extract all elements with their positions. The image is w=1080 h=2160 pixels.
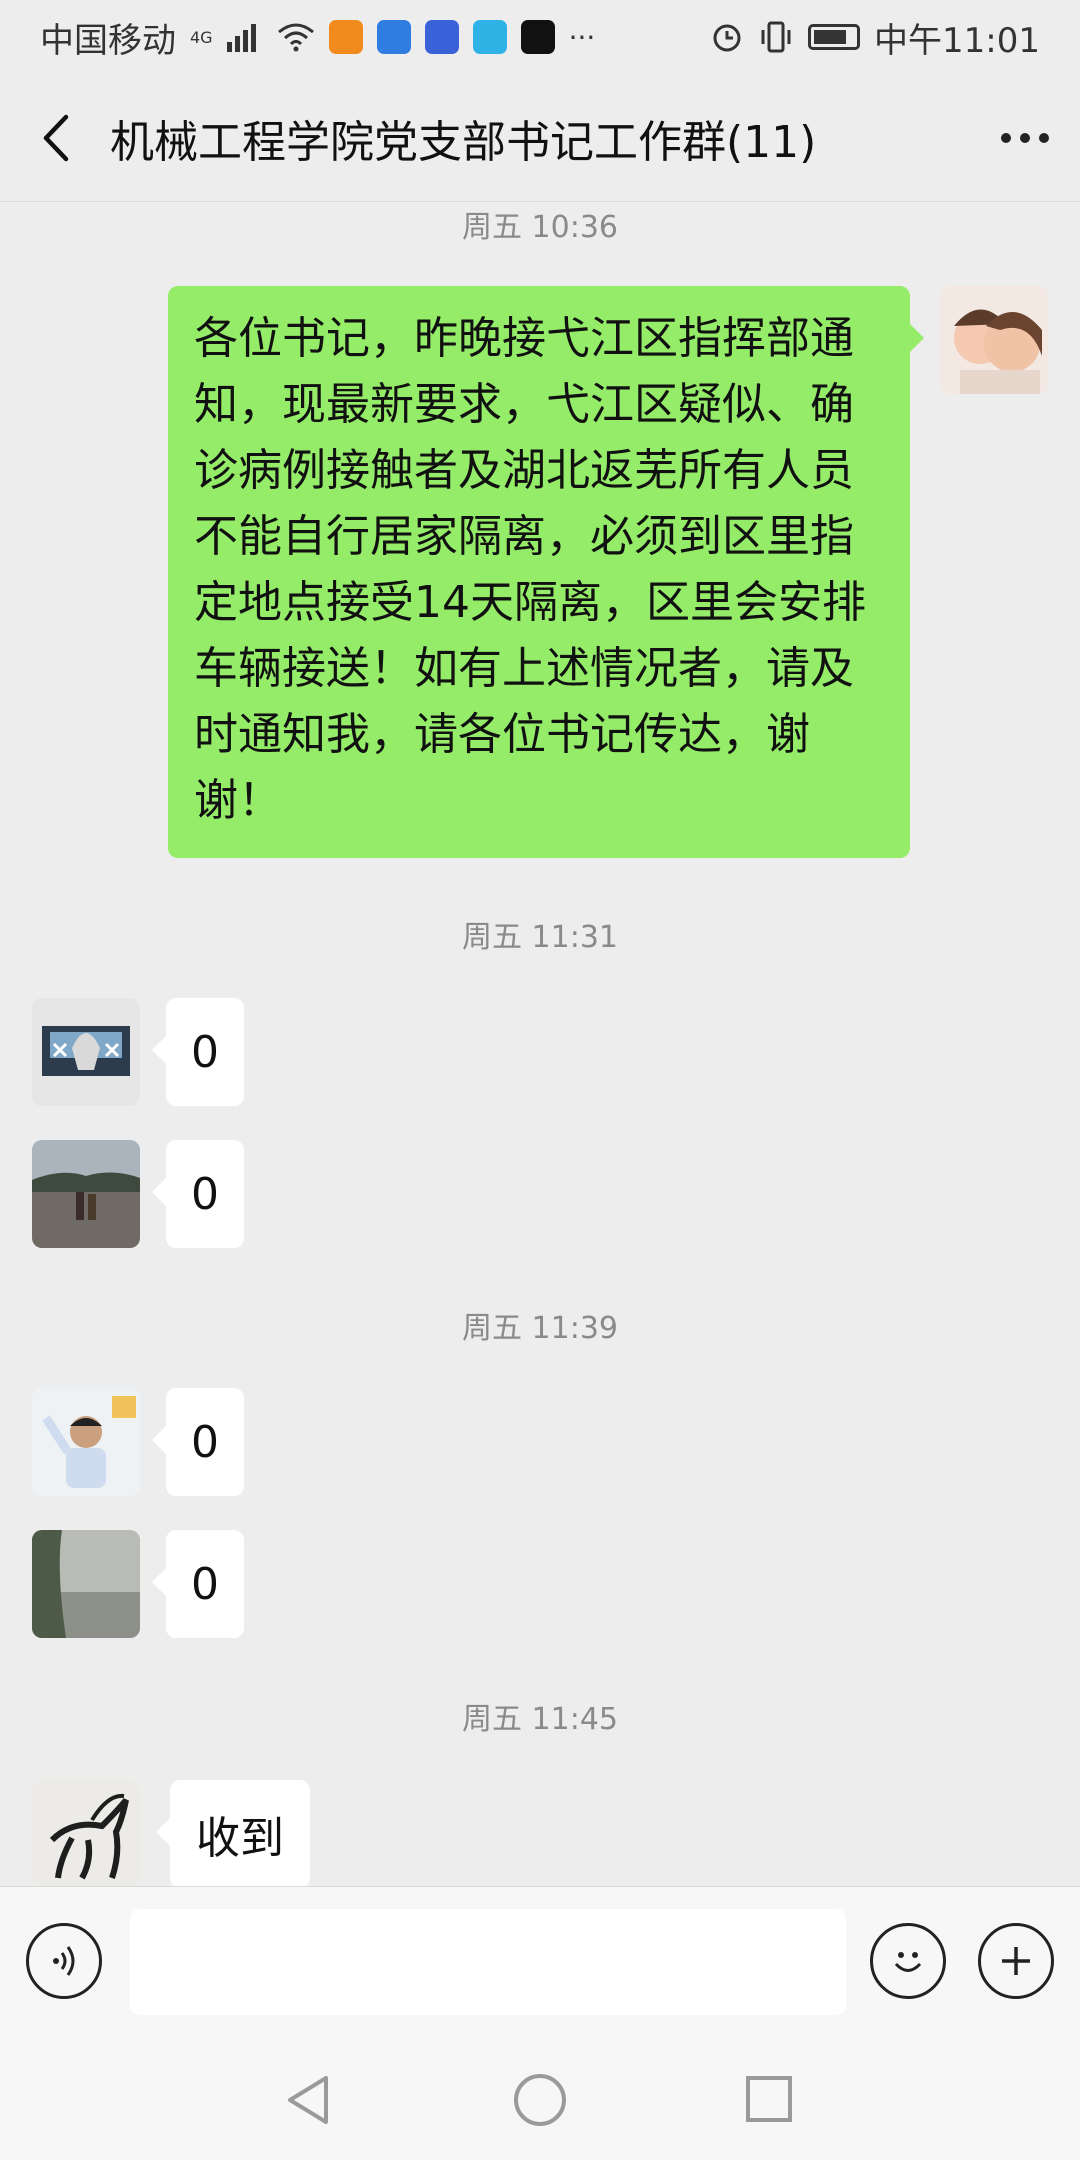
- avatar-image: [940, 286, 1048, 394]
- message-bubble-sent[interactable]: 各位书记，昨晚接弋江区指挥部通知，现最新要求，弋江区疑似、确诊病例接触者及湖北返…: [168, 286, 924, 858]
- nav-recent-icon[interactable]: [744, 2074, 794, 2124]
- message-bubble-received[interactable]: 0: [152, 1140, 244, 1248]
- avatar-member[interactable]: [32, 1140, 140, 1248]
- app-icon-baidu: [424, 20, 459, 54]
- timestamp: 周五 11:39: [462, 1311, 618, 1346]
- vibrate-icon: [761, 21, 791, 53]
- app-icon-reader: [472, 20, 507, 54]
- timestamp: 周五 11:31: [462, 920, 618, 955]
- more-notifications-icon: ···: [568, 20, 596, 54]
- network-label: 4G: [190, 27, 213, 47]
- avatar-self[interactable]: [940, 286, 1048, 394]
- chat-title: 机械工程学院党支部书记工作群(11): [110, 116, 817, 168]
- avatar-image: [32, 1388, 140, 1496]
- plus-button[interactable]: [978, 1923, 1054, 1999]
- more-icon: [1001, 132, 1049, 143]
- voice-button[interactable]: [26, 1923, 102, 1999]
- avatar-member[interactable]: [32, 1388, 140, 1496]
- chat-header: 机械工程学院党支部书记工作群(11): [0, 74, 1080, 202]
- avatar-image: [32, 1140, 140, 1248]
- back-button[interactable]: [0, 74, 110, 202]
- status-bar: 中国移动 4G ··· 中午11:01: [0, 0, 1080, 74]
- voice-icon: [53, 1946, 75, 1976]
- timestamp: 周五 11:45: [462, 1702, 618, 1737]
- avatar-image: [32, 1530, 140, 1638]
- plus-icon: [1002, 1947, 1030, 1975]
- battery-icon: [808, 24, 861, 50]
- message-input[interactable]: [130, 1909, 846, 2015]
- message-list[interactable]: 周五 10:36 各位书记，昨晚接弋江区指挥部通知，现最新要求，弋江区疑似、确诊…: [0, 202, 1080, 1886]
- emoji-button[interactable]: [870, 1923, 946, 1999]
- input-bar: [0, 1886, 1080, 2035]
- nav-back-icon[interactable]: [284, 2074, 332, 2126]
- message-bubble-received[interactable]: 0: [152, 1530, 244, 1638]
- avatar-image: [32, 998, 140, 1106]
- message-bubble-received[interactable]: 收到: [156, 1780, 310, 1886]
- app-icon-video: [328, 20, 363, 54]
- avatar-member[interactable]: [32, 1530, 140, 1638]
- back-icon: [43, 114, 69, 161]
- wifi-icon: [277, 23, 314, 52]
- system-nav-bar: [0, 2034, 1080, 2160]
- alarm-icon: [713, 24, 741, 52]
- emoji-icon: [894, 1952, 922, 1972]
- clock-label: 中午11:01: [874, 20, 1040, 61]
- app-icon-service: [376, 20, 411, 54]
- status-left: 中国移动 4G ···: [40, 13, 595, 62]
- avatar-image: [32, 1780, 140, 1886]
- nav-home-icon[interactable]: [512, 2072, 568, 2128]
- message-bubble-received[interactable]: 0: [152, 1388, 244, 1496]
- avatar-member[interactable]: [32, 1780, 140, 1886]
- avatar-member[interactable]: [32, 998, 140, 1106]
- carrier-label: 中国移动: [40, 20, 176, 61]
- app-icon-tiktok: [520, 20, 555, 54]
- timestamp: 周五 10:36: [462, 210, 618, 245]
- signal-icon: [226, 24, 256, 52]
- message-bubble-received[interactable]: 0: [152, 998, 244, 1106]
- status-right: 中午11:01: [710, 13, 1040, 62]
- more-button[interactable]: [970, 74, 1080, 202]
